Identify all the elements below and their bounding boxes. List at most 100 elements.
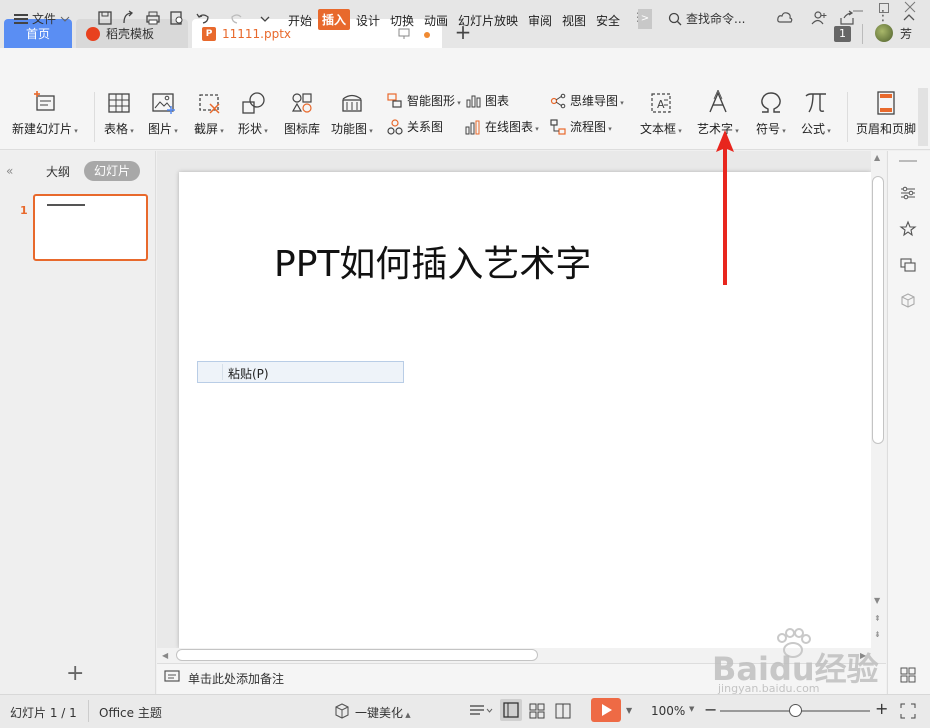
property-settings-icon[interactable] bbox=[899, 184, 917, 202]
prev-slide-icon[interactable]: ⇞ bbox=[874, 614, 881, 623]
tab-security[interactable]: 安全 bbox=[596, 12, 620, 29]
daoke-logo-icon bbox=[86, 26, 100, 41]
normal-view-icon bbox=[503, 702, 519, 718]
theme-name[interactable]: Office 主题 bbox=[99, 704, 162, 721]
scroll-up-icon[interactable]: ▲ bbox=[874, 153, 880, 162]
user-name[interactable]: 芳 bbox=[900, 25, 912, 42]
zoom-options-chevron-icon[interactable]: ▼ bbox=[689, 705, 694, 713]
redo-icon[interactable] bbox=[228, 9, 246, 27]
animation-star-icon[interactable] bbox=[899, 220, 917, 238]
tab-start[interactable]: 开始 bbox=[288, 12, 312, 29]
mind-map-icon bbox=[550, 93, 566, 108]
slide-switch-icon[interactable] bbox=[899, 256, 917, 274]
shape-button[interactable]: 形状 bbox=[238, 90, 268, 137]
chevron-down-icon bbox=[60, 16, 70, 22]
new-slide-icon bbox=[33, 91, 55, 111]
tab-animation[interactable]: 动画 bbox=[424, 12, 448, 29]
tab-slideshow[interactable]: 幻灯片放映 bbox=[458, 12, 518, 29]
tab-slides[interactable]: 幻灯片 bbox=[84, 161, 140, 181]
bar-chart-icon bbox=[466, 95, 481, 107]
zoom-level[interactable]: 100% bbox=[651, 704, 685, 718]
more-tabs-button[interactable]: > bbox=[638, 9, 652, 29]
print-preview-icon[interactable] bbox=[168, 9, 186, 27]
tab-design[interactable]: 设计 bbox=[356, 12, 380, 29]
chart-button[interactable]: 图表 bbox=[465, 92, 509, 109]
titlebar-divider bbox=[862, 24, 863, 44]
table-button[interactable]: 表格 bbox=[104, 90, 134, 137]
scroll-left-icon[interactable]: ◀ bbox=[162, 651, 168, 660]
symbol-button[interactable]: 符号 bbox=[756, 90, 786, 137]
relation-chart-button[interactable]: 关系图 bbox=[387, 118, 443, 135]
icon-library-icon bbox=[291, 93, 312, 113]
red-arrow-icon bbox=[716, 130, 734, 285]
one-click-beautify-button[interactable]: 一键美化 ▲ bbox=[355, 704, 411, 721]
play-icon bbox=[602, 704, 612, 716]
collapse-ribbon-icon[interactable] bbox=[900, 9, 918, 27]
cloud-sync-icon[interactable] bbox=[776, 9, 794, 27]
share-user-icon[interactable] bbox=[810, 9, 828, 27]
add-slide-button[interactable]: + bbox=[66, 663, 84, 685]
slide-number: 1 bbox=[20, 204, 28, 217]
reading-view-icon[interactable] bbox=[554, 702, 572, 720]
tab-view[interactable]: 视图 bbox=[562, 12, 586, 29]
file-menu[interactable]: 文件 bbox=[14, 10, 70, 27]
flowchart-button[interactable]: 流程图 bbox=[550, 118, 612, 135]
undo-icon[interactable] bbox=[194, 9, 212, 27]
zoom-out-button[interactable]: − bbox=[704, 700, 717, 719]
slide-title-text[interactable]: PPT如何插入艺术字 bbox=[274, 235, 591, 287]
smart-art-button[interactable]: 智能图形 bbox=[387, 92, 461, 109]
thumbnail-title-line bbox=[47, 204, 85, 206]
save-icon[interactable] bbox=[96, 9, 114, 27]
function-chart-button[interactable]: 功能图 bbox=[331, 90, 373, 137]
command-search-label: 查找命令... bbox=[686, 12, 746, 26]
table-label: 表格 bbox=[104, 120, 134, 137]
chart-label: 图表 bbox=[485, 94, 510, 108]
zoom-in-button[interactable]: + bbox=[875, 699, 888, 718]
mind-map-button[interactable]: 思维导图 bbox=[550, 92, 624, 109]
svg-text:A: A bbox=[657, 98, 665, 111]
scroll-down-icon[interactable]: ▼ bbox=[874, 596, 880, 605]
horizontal-scroll-thumb[interactable] bbox=[176, 649, 538, 661]
status-divider bbox=[88, 700, 89, 722]
print-icon[interactable] bbox=[144, 9, 162, 27]
watermark-url: jingyan.baidu.com bbox=[718, 682, 820, 695]
tab-review[interactable]: 审阅 bbox=[528, 12, 552, 29]
share-icon[interactable] bbox=[838, 9, 856, 27]
online-chart-button[interactable]: 在线图表 bbox=[465, 118, 539, 135]
collapse-pane-icon[interactable]: « bbox=[6, 164, 13, 178]
ribbon-scroll-right[interactable] bbox=[918, 88, 928, 146]
smart-art-label: 智能图形 bbox=[407, 92, 461, 109]
picture-button[interactable]: 图片 bbox=[148, 90, 178, 137]
fit-window-icon[interactable] bbox=[900, 703, 916, 719]
notes-placeholder[interactable]: 单击此处添加备注 bbox=[188, 670, 284, 687]
formula-button[interactable]: 公式 bbox=[801, 90, 831, 137]
header-footer-button[interactable]: 页眉和页脚 bbox=[856, 90, 916, 137]
tab-transition[interactable]: 切换 bbox=[390, 12, 414, 29]
context-menu-paste[interactable]: 粘贴(P) bbox=[228, 365, 269, 382]
icon-library-button[interactable]: 图标库 bbox=[284, 90, 320, 137]
window-count-badge[interactable]: 1 bbox=[834, 26, 851, 42]
textbox-button[interactable]: A 文本框 bbox=[640, 90, 682, 137]
export-pdf-icon[interactable] bbox=[120, 9, 138, 27]
beautify-icon[interactable] bbox=[334, 703, 350, 719]
play-slideshow-button[interactable] bbox=[591, 698, 621, 722]
slide-sorter-icon[interactable] bbox=[528, 702, 546, 720]
avatar[interactable] bbox=[875, 24, 893, 42]
normal-view-button[interactable] bbox=[500, 699, 522, 721]
play-options-chevron-icon[interactable]: ▼ bbox=[626, 706, 632, 715]
vertical-scroll-thumb[interactable] bbox=[872, 176, 884, 444]
tab-outline[interactable]: 大纲 bbox=[46, 163, 70, 180]
monitor-icon[interactable] bbox=[398, 28, 410, 40]
new-slide-button[interactable]: 新建幻灯片 bbox=[12, 90, 78, 137]
tab-insert[interactable]: 插入 bbox=[318, 9, 351, 30]
cube-icon[interactable] bbox=[899, 292, 917, 310]
command-search[interactable]: 查找命令... bbox=[668, 10, 745, 27]
header-footer-icon bbox=[877, 91, 895, 115]
more-options-icon[interactable]: ⋮ bbox=[876, 8, 890, 24]
customize-toolbar-icon[interactable] bbox=[256, 9, 274, 27]
menu-bar bbox=[0, 48, 930, 86]
slide-thumbnail[interactable] bbox=[33, 194, 148, 261]
screenshot-button[interactable]: 截屏 bbox=[194, 90, 224, 137]
notes-toggle-icon[interactable] bbox=[468, 703, 494, 719]
zoom-slider-handle[interactable] bbox=[789, 704, 802, 717]
